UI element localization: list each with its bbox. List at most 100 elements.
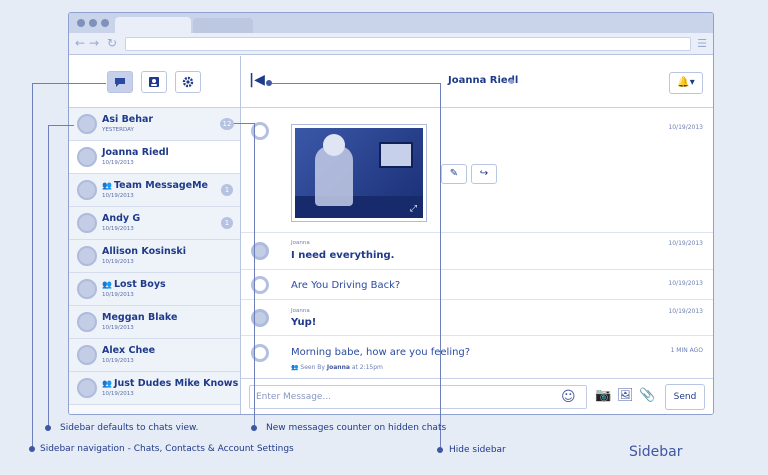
annotation-line-counter	[254, 123, 255, 428]
seen-icon: 👥	[291, 364, 299, 371]
chat-date: 10/19/2013	[102, 325, 134, 331]
avatar	[77, 114, 97, 134]
chat-name: Joanna Riedl	[102, 147, 169, 158]
browser-window: ← → ↻ ☰ Asi Behar YESTERDAY 12 Joanna Riedl…	[68, 12, 714, 415]
group-icon: 👥	[102, 379, 112, 388]
gear-icon	[182, 76, 194, 88]
chat-list: Asi Behar YESTERDAY 12 Joanna Riedl 10/19/20…	[69, 108, 240, 405]
seen-receipt: 👥 Seen By Joanna at 2:15pm	[291, 364, 383, 371]
chat-date: YESTERDAY	[102, 127, 134, 133]
camera-icon[interactable]: 📷	[595, 388, 611, 403]
sidebar-nav	[69, 56, 240, 108]
chat-list-item[interactable]: Allison Kosinski 10/19/2013	[69, 240, 240, 273]
contacts-icon	[149, 77, 159, 87]
browser-menu-icon[interactable]: ☰	[697, 37, 707, 50]
share-button[interactable]: ↪	[471, 164, 497, 184]
avatar	[77, 345, 97, 365]
chat-date: 10/19/2013	[102, 259, 134, 265]
seen-prefix: Seen By	[300, 364, 325, 371]
window-close-dot[interactable]	[77, 19, 85, 27]
chat-name: 👥 Team MessageMe	[102, 180, 209, 191]
message-row: Joanna Yup! 10/19/2013	[241, 300, 713, 336]
annotation-dot	[45, 425, 51, 431]
share-icon: ↪	[479, 168, 489, 179]
chat-date: 10/19/2013	[102, 226, 134, 232]
image-icon[interactable]: 🖼	[617, 388, 634, 403]
browser-tab-active[interactable]	[115, 17, 191, 33]
message-row: Morning babe, how are you feeling? 1 MIN…	[241, 336, 713, 380]
chat-list-item[interactable]: Asi Behar YESTERDAY 12	[69, 108, 240, 141]
message-time: 10/19/2013	[668, 240, 703, 247]
browser-titlebar	[69, 13, 713, 33]
unread-counter-badge: 1	[221, 184, 233, 196]
annotation-chats-view: Sidebar defaults to chats view.	[60, 423, 199, 433]
chat-list-item[interactable]: Joanna Riedl 10/19/2013	[69, 141, 240, 174]
photo-attachment[interactable]: ⤢	[291, 124, 427, 222]
message-text: Are You Driving Back?	[291, 280, 401, 291]
chat-date: 10/19/2013	[102, 391, 134, 397]
annotation-dot	[266, 80, 272, 86]
chat-name: Asi Behar	[102, 114, 154, 125]
chat-list-item[interactable]: Andy G 10/19/2013 1	[69, 207, 240, 240]
sidebar: Asi Behar YESTERDAY 12 Joanna Riedl 10/19/20…	[69, 56, 241, 414]
annotation-sidebar-nav: Sidebar navigation - Chats, Contacts & A…	[40, 444, 294, 454]
message-composer: ☺ 📷 🖼 📎 Send	[241, 378, 713, 414]
message-input[interactable]	[249, 385, 587, 409]
message-row: Joanna I need everything. 10/19/2013	[241, 233, 713, 270]
chat-name: Andy G	[102, 213, 141, 224]
forward-arrow-icon[interactable]: →	[89, 36, 99, 50]
nav-chats-button[interactable]	[107, 71, 133, 93]
browser-urlbar: ← → ↻ ☰	[69, 33, 713, 55]
message-text: Morning babe, how are you feeling?	[291, 347, 471, 358]
send-button[interactable]: Send	[665, 384, 705, 410]
group-icon: 👥	[102, 181, 112, 190]
pen-icon: ✎	[449, 168, 459, 179]
chat-name: Meggan Blake	[102, 312, 178, 323]
chat-list-item[interactable]: 👥 Team MessageMe 10/19/2013 1	[69, 174, 240, 207]
annotation-dot	[251, 425, 257, 431]
message-photo: ⤢ ✎ ↪ 10/19/2013	[241, 108, 713, 233]
message-time: 1 MIN AGO	[670, 347, 703, 354]
chat-name: Allison Kosinski	[102, 246, 186, 257]
chat-date: 10/19/2013	[102, 193, 134, 199]
chat-list-item[interactable]: Alex Chee 10/19/2013	[69, 339, 240, 372]
annotation-line-nav	[32, 83, 33, 449]
figure-caption: Sidebar	[629, 444, 683, 460]
hide-sidebar-icon[interactable]: |◀	[249, 72, 265, 88]
annotation-line-hide	[440, 83, 441, 450]
address-bar[interactable]	[125, 37, 691, 51]
nav-contacts-button[interactable]	[141, 71, 167, 93]
annotation-line-hide	[270, 83, 440, 84]
message-time: 10/19/2013	[668, 124, 703, 131]
avatar	[77, 312, 97, 332]
message-time: 10/19/2013	[668, 280, 703, 287]
reload-icon[interactable]: ↻	[107, 36, 117, 50]
chat-main: |◀ Joanna Riedl 🔔▾ ⤢ ✎ ↪ 10/19/2013 Joan…	[241, 56, 713, 414]
annotation-dot	[29, 446, 35, 452]
browser-tab-inactive[interactable]	[193, 18, 253, 33]
notifications-button[interactable]: 🔔▾	[669, 72, 703, 94]
window-minimize-dot[interactable]	[89, 19, 97, 27]
expand-icon[interactable]: ⤢	[410, 204, 417, 214]
window-maximize-dot[interactable]	[101, 19, 109, 27]
chat-list-item[interactable]: 👥 Just Dudes Mike Knows 10/19/2013	[69, 372, 240, 405]
annotation-line-counter	[234, 123, 254, 124]
message-text: Yup!	[291, 317, 317, 328]
bell-icon: 🔔▾	[677, 77, 695, 88]
message-time: 10/19/2013	[668, 308, 703, 315]
chat-name: 👥 Lost Boys	[102, 279, 166, 290]
chat-list-item[interactable]: 👥 Lost Boys 10/19/2013	[69, 273, 240, 306]
nav-settings-button[interactable]	[175, 71, 201, 93]
seen-time: at 2:15pm	[351, 364, 383, 371]
avatar	[77, 279, 97, 299]
message-area: ⤢ ✎ ↪ 10/19/2013 Joanna I need everythin…	[241, 108, 713, 378]
message-sender: Joanna	[291, 240, 310, 246]
back-arrow-icon[interactable]: ←	[75, 36, 85, 50]
chat-list-item[interactable]: Meggan Blake 10/19/2013	[69, 306, 240, 339]
emoji-icon[interactable]: ☺	[561, 389, 576, 405]
edit-button[interactable]: ✎	[441, 164, 467, 184]
group-icon: 👥	[102, 280, 112, 289]
paperclip-icon[interactable]: 📎	[639, 388, 655, 403]
message-text: I need everything.	[291, 250, 395, 261]
chat-header: |◀ Joanna Riedl 🔔▾	[241, 56, 713, 108]
